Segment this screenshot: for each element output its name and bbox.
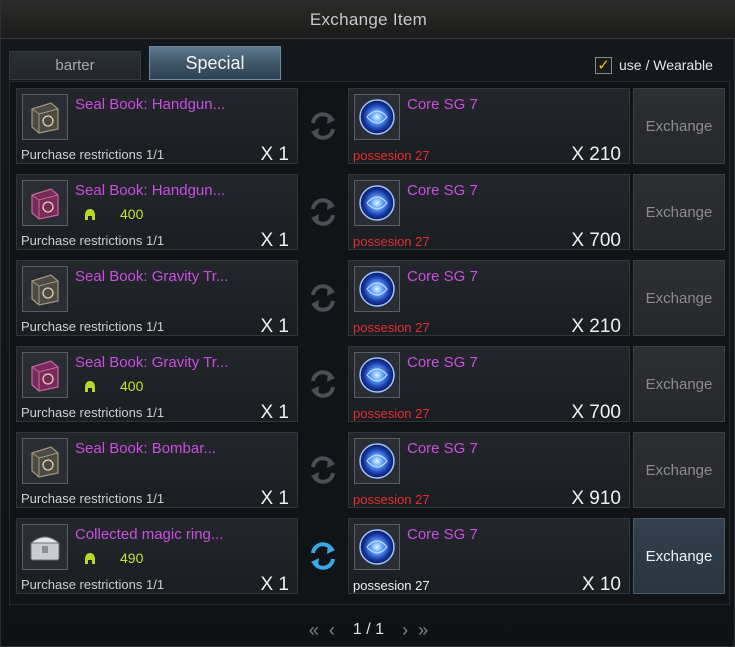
titlebar[interactable]: Exchange Item [1, 1, 735, 39]
prev-page-button[interactable]: ‹ [329, 620, 335, 641]
tab-special[interactable]: Special [149, 46, 281, 80]
get-quantity: X 700 [571, 402, 621, 423]
swap-arrows-icon [303, 450, 343, 490]
swap-arrows-icon [303, 192, 343, 232]
use-wearable-filter[interactable]: ✓ use / Wearable [595, 55, 713, 75]
get-item-card[interactable]: Core SG 7 possesion 27 X 10 [348, 518, 630, 595]
exchange-row: Seal Book: Gravity Tr... Purchase restric… [10, 254, 731, 337]
core-orb-icon [354, 438, 400, 484]
possession-count: possesion 27 [353, 492, 430, 507]
purchase-restriction: Purchase restrictions 1/1 [21, 319, 165, 334]
exchange-row: Seal Book: Bombar... Purchase restriction… [10, 426, 731, 509]
purchase-restriction: Purchase restrictions 1/1 [21, 491, 165, 506]
core-orb-icon [354, 180, 400, 226]
get-item-name: Core SG 7 [407, 354, 478, 371]
get-quantity: X 210 [571, 316, 621, 337]
give-item-card[interactable]: Seal Book: Bombar... Purchase restriction… [16, 432, 298, 509]
treasure-chest-icon [22, 524, 68, 570]
exchange-button[interactable]: Exchange [633, 432, 725, 508]
core-orb-icon [354, 352, 400, 398]
possession-count: possesion 27 [353, 234, 430, 249]
first-page-button[interactable]: « [309, 620, 319, 641]
tab-barter[interactable]: barter [9, 51, 141, 80]
exchange-row: Seal Book: Gravity Tr... 400 Purchase rest… [10, 340, 731, 423]
next-page-button[interactable]: › [402, 620, 408, 641]
give-quantity: X 1 [260, 230, 289, 251]
page-indicator: 1 / 1 [352, 621, 385, 638]
price-value: 400 [120, 206, 144, 222]
exchange-window: Exchange Item barter Special ✓ use / Wea… [0, 0, 735, 647]
get-item-card[interactable]: Core SG 7 possesion 27 X 700 [348, 174, 630, 251]
swap-arrows-icon [303, 364, 343, 404]
give-quantity: X 1 [260, 144, 289, 165]
get-item-card[interactable]: Core SG 7 possesion 27 X 210 [348, 260, 630, 337]
get-item-card[interactable]: Core SG 7 possesion 27 X 910 [348, 432, 630, 509]
last-page-button[interactable]: » [418, 620, 428, 641]
exchange-button[interactable]: Exchange [633, 518, 725, 594]
purchase-restriction: Purchase restrictions 1/1 [21, 577, 165, 592]
possession-count: possesion 27 [353, 578, 430, 593]
get-quantity: X 700 [571, 230, 621, 251]
helmet-icon [83, 207, 97, 223]
exchange-row: Seal Book: Handgun... Purchase restrictio… [10, 82, 731, 165]
purchase-restriction: Purchase restrictions 1/1 [21, 147, 165, 162]
seal-book-dark-icon [22, 438, 68, 484]
possession-count: possesion 27 [353, 320, 430, 335]
price-value: 490 [120, 550, 144, 566]
exchange-list: Seal Book: Handgun... Purchase restrictio… [9, 81, 730, 605]
exchange-button[interactable]: Exchange [633, 346, 725, 422]
give-item-card[interactable]: Seal Book: Handgun... Purchase restrictio… [16, 88, 298, 165]
get-item-card[interactable]: Core SG 7 possesion 27 X 700 [348, 346, 630, 423]
give-item-name: Seal Book: Handgun... [75, 96, 226, 113]
give-quantity: X 1 [260, 402, 289, 423]
get-item-name: Core SG 7 [407, 96, 478, 113]
core-orb-icon [354, 266, 400, 312]
pagination: « ‹ 1 / 1 › » [1, 613, 735, 647]
purchase-restriction: Purchase restrictions 1/1 [21, 233, 165, 248]
exchange-row: Collected magic ring... 490 Purchase restr… [10, 512, 731, 595]
get-quantity: X 10 [581, 574, 621, 595]
core-orb-icon [354, 524, 400, 570]
give-item-card[interactable]: Seal Book: Gravity Tr... 400 Purchase rest… [16, 346, 298, 423]
exchange-row: Seal Book: Handgun... 400 Purchase restric… [10, 168, 731, 251]
swap-arrows-icon [303, 106, 343, 146]
exchange-button[interactable]: Exchange [633, 88, 725, 164]
swap-arrows-icon [303, 536, 343, 576]
exchange-button[interactable]: Exchange [633, 260, 725, 336]
get-item-name: Core SG 7 [407, 440, 478, 457]
core-orb-icon [354, 94, 400, 140]
get-item-name: Core SG 7 [407, 526, 478, 543]
give-item-name: Seal Book: Handgun... [75, 182, 226, 199]
give-quantity: X 1 [260, 488, 289, 509]
seal-book-purple-icon [22, 352, 68, 398]
give-quantity: X 1 [260, 574, 289, 595]
use-wearable-checkbox[interactable]: ✓ [595, 56, 612, 74]
helmet-icon [83, 551, 97, 567]
give-item-card[interactable]: Collected magic ring... 490 Purchase restr… [16, 518, 298, 595]
seal-book-dark-icon [22, 94, 68, 140]
seal-book-dark-icon [22, 266, 68, 312]
give-item-name: Collected magic ring... [75, 526, 224, 543]
exchange-button[interactable]: Exchange [633, 174, 725, 250]
possession-count: possesion 27 [353, 406, 430, 421]
purchase-restriction: Purchase restrictions 1/1 [21, 405, 165, 420]
give-item-card[interactable]: Seal Book: Handgun... 400 Purchase restric… [16, 174, 298, 251]
get-item-name: Core SG 7 [407, 268, 478, 285]
get-item-card[interactable]: Core SG 7 possesion 27 X 210 [348, 88, 630, 165]
price-value: 400 [120, 378, 144, 394]
get-quantity: X 910 [571, 488, 621, 509]
give-item-card[interactable]: Seal Book: Gravity Tr... Purchase restric… [16, 260, 298, 337]
helmet-icon [83, 379, 97, 395]
give-item-name: Seal Book: Bombar... [75, 440, 216, 457]
get-item-name: Core SG 7 [407, 182, 478, 199]
get-quantity: X 210 [571, 144, 621, 165]
give-quantity: X 1 [260, 316, 289, 337]
give-item-name: Seal Book: Gravity Tr... [75, 268, 229, 285]
use-wearable-label: use / Wearable [619, 57, 713, 73]
swap-arrows-icon [303, 278, 343, 318]
give-item-name: Seal Book: Gravity Tr... [75, 354, 229, 371]
seal-book-purple-icon [22, 180, 68, 226]
possession-count: possesion 27 [353, 148, 430, 163]
window-title: Exchange Item [309, 9, 428, 29]
